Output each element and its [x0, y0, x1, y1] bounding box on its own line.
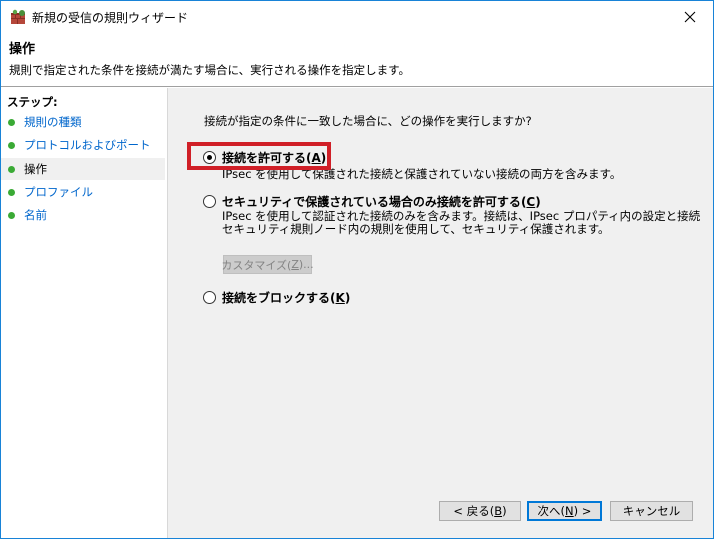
step-item-rule-type[interactable]: 規則の種類: [1, 111, 165, 133]
step-bullet-icon: [8, 211, 15, 219]
step-label: 規則の種類: [24, 115, 82, 129]
step-bullet-icon: [8, 188, 15, 196]
page-description: 規則で指定された条件を接続が満たす場合に、実行される操作を指定します。: [9, 63, 411, 77]
next-button[interactable]: 次へ(N) >: [527, 501, 602, 521]
firewall-icon: [11, 9, 25, 24]
allow-secure-label[interactable]: セキュリティで保護されている場合のみ接続を許可する(C): [222, 193, 541, 210]
highlight-annotation: [187, 142, 331, 170]
step-item-action[interactable]: 操作: [1, 158, 165, 180]
step-label: プロファイル: [24, 185, 93, 199]
step-label: 操作: [24, 162, 47, 176]
wizard-header: 操作 規則で指定された条件を接続が満たす場合に、実行される操作を指定します。: [1, 32, 713, 86]
step-label: 名前: [24, 208, 47, 222]
page-title: 操作: [9, 42, 36, 57]
back-button[interactable]: < 戻る(B): [439, 501, 521, 521]
step-item-protocol-ports[interactable]: プロトコルおよびポート: [1, 134, 165, 156]
steps-label: ステップ:: [7, 95, 58, 109]
customize-button[interactable]: カスタマイズ(Z)...: [221, 255, 314, 274]
close-icon: [684, 11, 696, 22]
step-label: プロトコルおよびポート: [24, 138, 151, 152]
step-bullet-icon: [8, 141, 15, 149]
allow-secure-radio[interactable]: [203, 195, 216, 208]
step-item-profile[interactable]: プロファイル: [1, 181, 165, 203]
wizard-window: 新規の受信の規則ウィザード 操作 規則で指定された条件を接続が満たす場合に、実行…: [0, 0, 714, 539]
cancel-button[interactable]: キャンセル: [610, 501, 693, 521]
steps-sidebar: ステップ: 規則の種類 プロトコルおよびポート 操作 プロファイル 名前: [1, 88, 168, 538]
title-bar[interactable]: 新規の受信の規則ウィザード: [1, 1, 713, 32]
close-button[interactable]: [667, 1, 713, 32]
step-bullet-icon: [8, 118, 15, 126]
window-title: 新規の受信の規則ウィザード: [32, 11, 189, 25]
allow-secure-desc-line2: セキュリティ規則ノード内の規則を使用して、セキュリティ保護されます。: [222, 222, 610, 236]
block-connection-radio[interactable]: [203, 291, 216, 304]
step-item-name[interactable]: 名前: [1, 204, 165, 226]
step-bullet-icon: [8, 165, 15, 173]
block-connection-label[interactable]: 接続をブロックする(K): [222, 289, 350, 306]
action-question: 接続が指定の条件に一致した場合に、どの操作を実行しますか?: [204, 114, 532, 128]
